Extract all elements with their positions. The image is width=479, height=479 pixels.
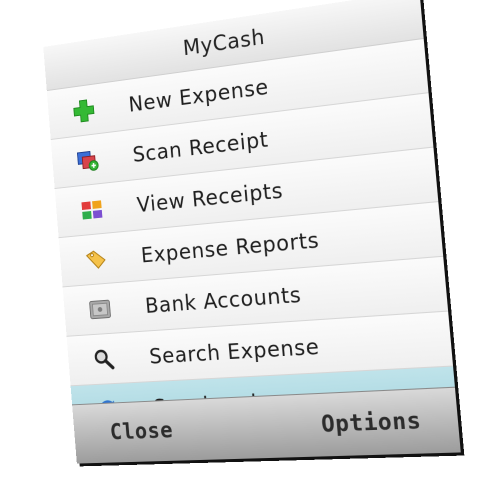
safe-icon: [86, 295, 113, 324]
main-menu: New Expense Scan Receipt View Receipts E…: [46, 38, 459, 436]
menu-item-label: View Receipts: [135, 177, 284, 217]
menu-item-label: Expense Reports: [140, 227, 321, 267]
close-softkey[interactable]: Close: [109, 418, 174, 445]
plus-icon: [70, 95, 97, 125]
screen: MyCash New Expense Scan Receipt View Rec…: [0, 0, 479, 479]
tag-icon: [82, 245, 109, 274]
app-title: MyCash: [182, 24, 266, 61]
menu-item-label: Search Expense: [148, 334, 321, 368]
app-window: MyCash New Expense Scan Receipt View Rec…: [43, 0, 461, 464]
scan-receipt-icon: [74, 145, 101, 175]
menu-item-label: Bank Accounts: [144, 282, 303, 318]
menu-item-label: Scan Receipt: [131, 126, 270, 167]
options-softkey[interactable]: Options: [320, 408, 422, 438]
grid-icon: [78, 195, 105, 224]
search-icon: [90, 345, 117, 373]
menu-item-label: New Expense: [127, 74, 270, 117]
